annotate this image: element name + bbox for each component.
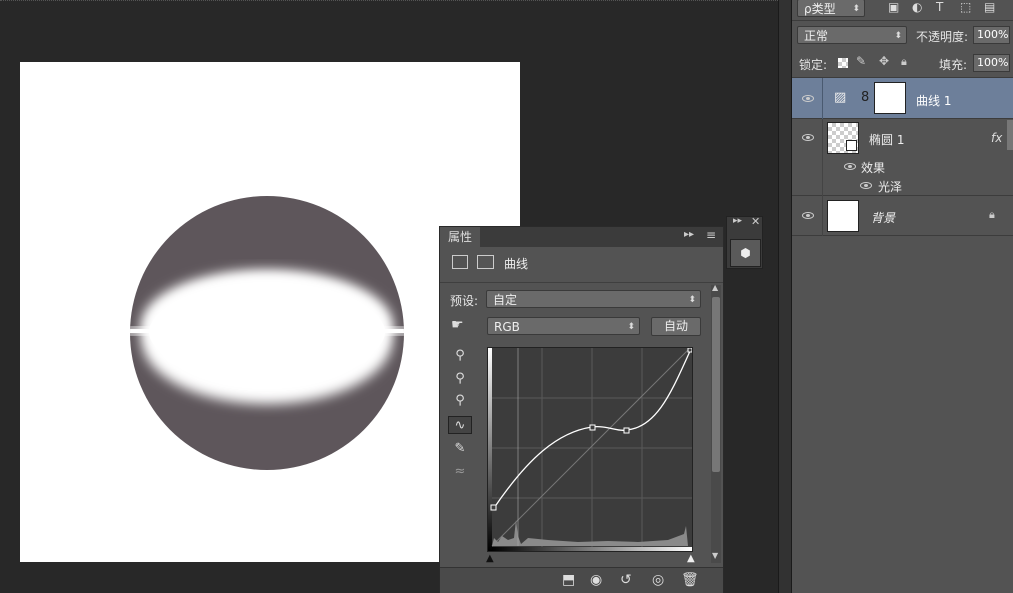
fill-label: 填充: — [939, 58, 968, 72]
channel-value: RGB — [494, 320, 520, 334]
image-filter-icon[interactable]: ▣ — [888, 0, 899, 14]
lock-all-icon[interactable]: 🔒︎ — [901, 55, 907, 69]
link-icon[interactable]: 8 — [861, 90, 869, 105]
white-slider-icon[interactable]: ▲ — [687, 553, 695, 564]
curves-icon — [452, 255, 468, 269]
eye-icon[interactable] — [802, 95, 814, 102]
panel-menu-icon[interactable]: ≡ — [706, 228, 716, 242]
chevron-updown-icon: ⬍ — [852, 4, 860, 14]
preset-label: 预设: — [450, 294, 479, 308]
lock-position-icon[interactable]: ✥ — [879, 54, 889, 68]
lock-pixels-icon[interactable]: ✎ — [856, 54, 866, 68]
blend-mode-select[interactable]: 正常 ⬍ — [797, 26, 907, 44]
close-icon[interactable]: ✕ — [751, 215, 760, 228]
layer-row-background[interactable]: 背景 🔒︎ — [792, 196, 1013, 236]
adjustment-title: 曲线 — [504, 257, 529, 271]
visibility-icon[interactable]: ◎ — [652, 572, 664, 588]
reset-icon[interactable]: ↺ — [620, 572, 632, 588]
black-point-eyedropper-icon[interactable]: ⚲ — [448, 347, 472, 365]
preset-select[interactable]: 自定 ⬍ — [486, 290, 701, 308]
eye-icon[interactable] — [802, 134, 814, 141]
curve-point[interactable] — [490, 504, 497, 511]
auto-button[interactable]: 自动 — [651, 317, 701, 336]
layer-row-curves[interactable]: ▨ 8 曲线 1 — [792, 78, 1013, 119]
preset-value: 自定 — [493, 293, 518, 307]
chevron-updown-icon: ⬍ — [627, 322, 635, 332]
panel-titlebar[interactable]: 属性 ▸▸ ≡ — [440, 227, 723, 247]
view-previous-icon[interactable]: ◉ — [590, 572, 602, 588]
chevron-updown-icon: ⬍ — [688, 295, 696, 305]
cube-icon[interactable]: ⬢ — [730, 239, 761, 267]
text-filter-icon[interactable]: T — [936, 0, 943, 14]
chevron-updown-icon: ⬍ — [894, 31, 902, 41]
baseline-diagonal — [491, 347, 691, 547]
panel-divider — [778, 0, 792, 593]
layer-row-ellipse[interactable]: 椭圆 1 fx 效果 光泽 — [792, 119, 1013, 196]
layer-name[interactable]: 椭圆 1 — [869, 131, 904, 148]
fx-icon[interactable]: fx — [991, 131, 1002, 145]
layer-name[interactable]: 背景 — [871, 209, 895, 226]
blend-mode-value: 正常 — [804, 29, 829, 43]
document-edge — [0, 0, 778, 3]
effects-label: 效果 — [861, 161, 886, 175]
tab-properties[interactable]: 属性 — [440, 227, 481, 247]
curve-point[interactable] — [623, 427, 630, 434]
curves-graph[interactable] — [487, 347, 693, 552]
fill-input[interactable]: 100% — [973, 54, 1010, 72]
scroll-up-icon[interactable]: ▲ — [712, 283, 718, 292]
layers-panel: ρ类型 ⬍ ▣ ◐ T ⬚ ▤ 正常 ⬍ 不透明度: 100% 锁定: ✎ ✥ … — [792, 0, 1013, 593]
eye-icon[interactable] — [860, 182, 872, 189]
opacity-input[interactable]: 100% — [973, 26, 1010, 44]
scroll-down-icon[interactable]: ▼ — [712, 551, 718, 560]
histogram — [492, 520, 688, 546]
curves-adjustment-icon: ▨ — [834, 90, 847, 105]
layer-mask-thumbnail[interactable] — [874, 82, 906, 114]
collapsed-panel-dock: ▸▸ ✕ ⬢ — [726, 215, 763, 269]
clip-icon[interactable]: ⬒ — [562, 572, 575, 588]
curves-graph-svg — [488, 347, 693, 551]
adjustment-filter-icon[interactable]: ◐ — [912, 0, 922, 14]
curve-point[interactable] — [687, 347, 693, 353]
white-point-eyedropper-icon[interactable]: ⚲ — [448, 392, 472, 410]
layer-thumbnail[interactable] — [827, 200, 859, 232]
hand-icon[interactable]: ☛ — [451, 317, 464, 333]
lock-transparent-icon[interactable] — [838, 58, 848, 68]
mask-icon[interactable] — [477, 255, 494, 269]
scroll-thumb[interactable] — [712, 297, 720, 472]
properties-scrollbar[interactable]: ▲ ▼ — [711, 283, 721, 563]
trash-icon[interactable]: 🗑︎ — [681, 572, 699, 588]
black-slider-icon[interactable]: ▲ — [486, 553, 494, 564]
expand-icon[interactable]: ▸▸ — [733, 216, 742, 226]
lock-label: 锁定: — [799, 58, 828, 72]
smart-object-filter-icon[interactable]: ▤ — [984, 0, 995, 14]
curve-point[interactable] — [589, 424, 596, 431]
vector-mask-icon — [846, 140, 857, 151]
smooth-icon[interactable]: ≈ — [448, 463, 472, 481]
layer-name[interactable]: 曲线 1 — [916, 92, 951, 109]
layers-scrollbar[interactable] — [1007, 120, 1013, 150]
layer-filter-kind[interactable]: ρ类型 ⬍ — [797, 0, 865, 17]
eye-icon[interactable] — [844, 163, 856, 170]
properties-bottom-bar: ⬒ ◉ ↺ ◎ 🗑︎ — [440, 567, 723, 593]
gray-point-eyedropper-icon[interactable]: ⚲ — [448, 370, 472, 388]
pencil-icon[interactable]: ✎ — [448, 440, 472, 458]
channel-select[interactable]: RGB ⬍ — [487, 317, 640, 335]
ellipse-shape — [130, 196, 404, 470]
graph-grid — [492, 348, 692, 548]
eye-icon[interactable] — [802, 212, 814, 219]
filter-kind-label: ρ类型 — [804, 2, 836, 16]
opacity-label: 不透明度: — [916, 30, 969, 44]
curve-point-tool-icon[interactable]: ∿ — [448, 416, 472, 434]
collapse-icon[interactable]: ▸▸ — [684, 229, 694, 240]
shape-filter-icon[interactable]: ⬚ — [960, 0, 971, 14]
effect-satin-label[interactable]: 光泽 — [878, 178, 902, 195]
lock-icon: 🔒︎ — [989, 208, 995, 221]
properties-panel: 属性 ▸▸ ≡ 曲线 预设: 自定 ⬍ ☛ RGB ⬍ 自动 ⚲ ⚲ ⚲ ∿ ✎… — [439, 226, 724, 593]
